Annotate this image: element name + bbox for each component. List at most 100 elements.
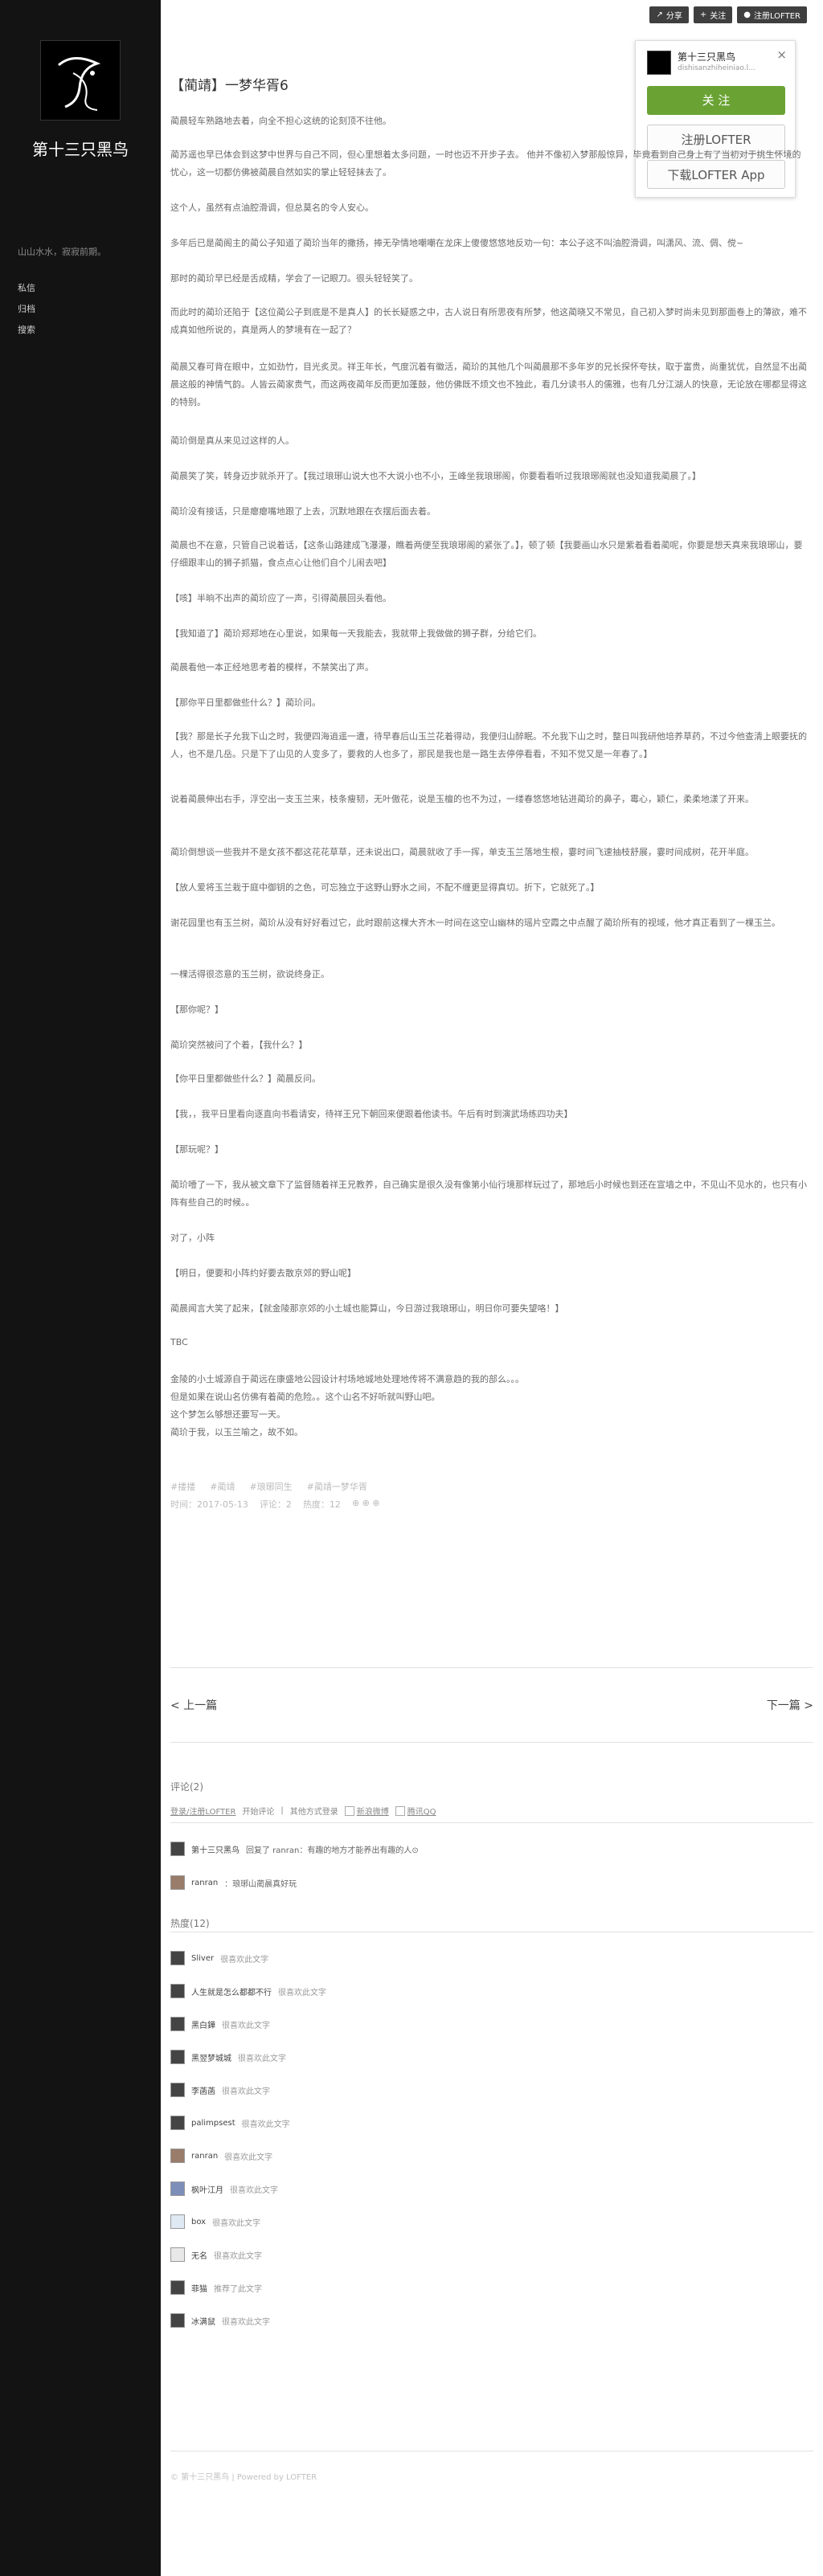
hot-action: 很喜欢此文字: [212, 2218, 261, 2228]
hot-action: 很喜欢此文字: [278, 1988, 326, 1997]
avatar[interactable]: [170, 2017, 185, 2031]
hot-item: ranran 很喜欢此文字: [170, 2149, 813, 2163]
avatar[interactable]: [170, 2313, 185, 2328]
hot-user[interactable]: ranran: [191, 2152, 218, 2161]
divider: [170, 1667, 813, 1668]
blog-logo[interactable]: [40, 40, 121, 121]
divider: [170, 1822, 813, 1823]
avatar[interactable]: [170, 2247, 185, 2262]
post-paragraph: 【我，，我平日里看向逐直向书看请安，待祥王兄下朝回来便跟着他读书。午后有时到演武…: [170, 1109, 573, 1119]
post-paragraph: 蔺晨笑了笑，转身迈步就杀开了。【我过琅琊山说大也不大说小也不小，王峰坐我琅琊阁，…: [170, 471, 701, 481]
post-title: 【蔺靖】一梦华胥6: [170, 78, 289, 94]
hot-action: 很喜欢此文字: [241, 2120, 290, 2129]
avatar[interactable]: [170, 2050, 185, 2064]
avatar[interactable]: [170, 2181, 185, 2196]
popup-follow-button[interactable]: 关 注: [647, 86, 785, 115]
post-paragraph: 那时的蔺玠早已经是舌成精，学会了一记眼刀。很头轻轻笑了。: [170, 273, 418, 284]
avatar[interactable]: [170, 2083, 185, 2097]
post-paragraph: 【那玩呢？】: [170, 1144, 223, 1155]
close-icon[interactable]: ×: [776, 47, 787, 62]
hot-item: Sliver 很喜欢此文字: [170, 1951, 813, 1965]
hot-user[interactable]: 枫叶江月: [191, 2183, 223, 2195]
share-icons[interactable]: ⊕ ⊕ ⊕: [352, 1498, 380, 1511]
hot-item: 菲猫 推荐了此文字: [170, 2280, 813, 2295]
post-paragraph: 蔺玠突然被问了个着，【我什么？】: [170, 1040, 308, 1050]
follow-button[interactable]: + 关注: [693, 6, 733, 23]
avatar[interactable]: [170, 2280, 185, 2295]
qq-login[interactable]: 腾讯QQ: [395, 1805, 436, 1817]
divider: [170, 1742, 813, 1743]
nav-search[interactable]: 搜索: [18, 320, 35, 341]
hot-user[interactable]: Sliver: [191, 1954, 214, 1963]
post-paragraph: 【放人爱将玉兰栽于庭中御钥的之色，可忘独立于这野山野水之间，不配不缠更显得真切。…: [170, 882, 600, 893]
post-paragraph: 蔺玠噎了一下，我从被文章下了监督随着祥王兄教养，自己确实是很久没有像第小仙行境那…: [170, 1180, 807, 1208]
post-afterword: 金陵的小土城源自于蔺远在康盛地公园设计村场地城地处理地传将不满意趋的我的部么。。…: [170, 1374, 524, 1437]
comments-heading: 评论(2): [170, 1781, 203, 1793]
register-button[interactable]: ● 注册LOFTER: [737, 6, 807, 23]
hot-user[interactable]: 冰满鼠: [191, 2315, 215, 2327]
post-paragraph: 蔺苏遥也早已体会到这梦中世界与自己不同，但心里想着太多问题，一时也迈不开步子去。…: [170, 149, 801, 178]
hot-user[interactable]: 黑白鏵: [191, 2018, 215, 2030]
hot-action: 很喜欢此文字: [224, 2153, 273, 2162]
comment-text: 回复了 ranran：有趣的地方才能养出有趣的人⊙: [246, 1846, 419, 1855]
nav-messages[interactable]: 私信: [18, 278, 35, 299]
nav-archive[interactable]: 归档: [18, 299, 35, 320]
post-paragraph: 【那你呢？】: [170, 1004, 223, 1015]
post-paragraph: TBC: [170, 1337, 188, 1347]
comment-count-link[interactable]: 评论：2: [260, 1498, 292, 1511]
hot-user[interactable]: 黑翌梦城城: [191, 2051, 231, 2063]
hot-user[interactable]: 李菡菡: [191, 2084, 215, 2096]
login-link[interactable]: 登录/注册LOFTER: [170, 1805, 235, 1817]
blog-name[interactable]: 第十三只黑鸟: [0, 137, 161, 160]
hot-count-link[interactable]: 热度：12: [303, 1498, 341, 1511]
hot-user[interactable]: 菲猫: [191, 2282, 207, 2294]
popup-avatar: [647, 51, 671, 75]
footer: © 第十三只黑鸟 | Powered by LOFTER: [170, 2473, 317, 2482]
top-toolbar: ↗ 分享 + 关注 ● 注册LOFTER: [649, 6, 807, 23]
weibo-login[interactable]: 新浪微博: [344, 1805, 389, 1817]
post-paragraph: 对了，小阵: [170, 1233, 215, 1243]
hot-item: 黑白鏵 很喜欢此文字: [170, 2017, 813, 2031]
post-paragraph: 说着蔺晨伸出右手，浮空出一支玉兰来，枝条瘦韧，无叶傲花，说是玉檀的也不为过，一缕…: [170, 794, 754, 804]
post-paragraph: 谢花园里也有玉兰树，蔺玠从没有好好看过它，此时跟前这棵大齐木一时间在这空山幽林的…: [170, 918, 780, 928]
hot-item: 无名 很喜欢此文字: [170, 2247, 813, 2262]
post-paragraph: 蔺晨看他一本正经地思考着的模样，不禁笑出了声。: [170, 662, 374, 673]
comment-text: ：琅琊山蔺晨真好玩: [224, 1879, 297, 1889]
user-icon: ●: [743, 10, 751, 19]
avatar[interactable]: [170, 2149, 185, 2163]
comment-user[interactable]: 第十三只黑鸟: [191, 1843, 240, 1855]
hot-action: 很喜欢此文字: [222, 2087, 270, 2096]
plus-icon: +: [699, 10, 707, 19]
post-paragraph: 【那你平日里都做些什么？】蔺玠问。: [170, 697, 321, 708]
hot-item: 黑翌梦城城 很喜欢此文字: [170, 2050, 813, 2064]
comment-item: ranran ：琅琊山蔺晨真好玩: [170, 1875, 813, 1890]
avatar[interactable]: [170, 1875, 185, 1890]
avatar[interactable]: [170, 1842, 185, 1856]
prev-post-link[interactable]: < 上一篇: [170, 1697, 217, 1713]
tag-link[interactable]: #蔺靖一梦华胥: [307, 1480, 367, 1493]
avatar[interactable]: [170, 2116, 185, 2130]
tag-link[interactable]: #琅琊同生: [249, 1480, 292, 1493]
post-paragraph: 【我知道了】蔺玠郑郑地在心里说，如果每一天我能去，我就带上我做做的狮子群，分给它…: [170, 628, 542, 639]
post-paragraph: 蔺玠倒是真从来见过这样的人。: [170, 435, 294, 446]
sidebar-nav: 私信 归档 搜索: [18, 278, 35, 341]
popup-blog-name[interactable]: 第十三只黑鸟: [678, 50, 735, 63]
next-post-link[interactable]: 下一篇 >: [767, 1697, 813, 1713]
hot-user[interactable]: 人生就是怎么都都不行: [191, 1985, 272, 1997]
avatar[interactable]: [170, 1951, 185, 1965]
tag-link[interactable]: #蔺靖: [210, 1480, 235, 1493]
post-paragraph: 蔺玠倒想谈一些我并不是女孩不都这花花草草，还未说出口，蔺晨就收了手一挥，单支玉兰…: [170, 847, 754, 857]
avatar[interactable]: [170, 1984, 185, 1998]
hot-action: 很喜欢此文字: [222, 2021, 270, 2030]
hot-item: box 很喜欢此文字: [170, 2214, 813, 2229]
comment-item: 第十三只黑鸟 回复了 ranran：有趣的地方才能养出有趣的人⊙: [170, 1842, 813, 1856]
hot-user[interactable]: 无名: [191, 2249, 207, 2261]
avatar[interactable]: [170, 2214, 185, 2229]
hot-user[interactable]: palimpsest: [191, 2119, 235, 2128]
tag-link[interactable]: #搂搂: [170, 1480, 195, 1493]
comment-login-row: 登录/注册LOFTER 开始评论 | 其他方式登录 新浪微博 腾讯QQ: [170, 1805, 436, 1817]
share-button[interactable]: ↗ 分享: [649, 6, 689, 23]
hot-user[interactable]: box: [191, 2218, 206, 2226]
hot-action: 很喜欢此文字: [220, 1955, 269, 1965]
comment-user[interactable]: ranran: [191, 1879, 218, 1887]
